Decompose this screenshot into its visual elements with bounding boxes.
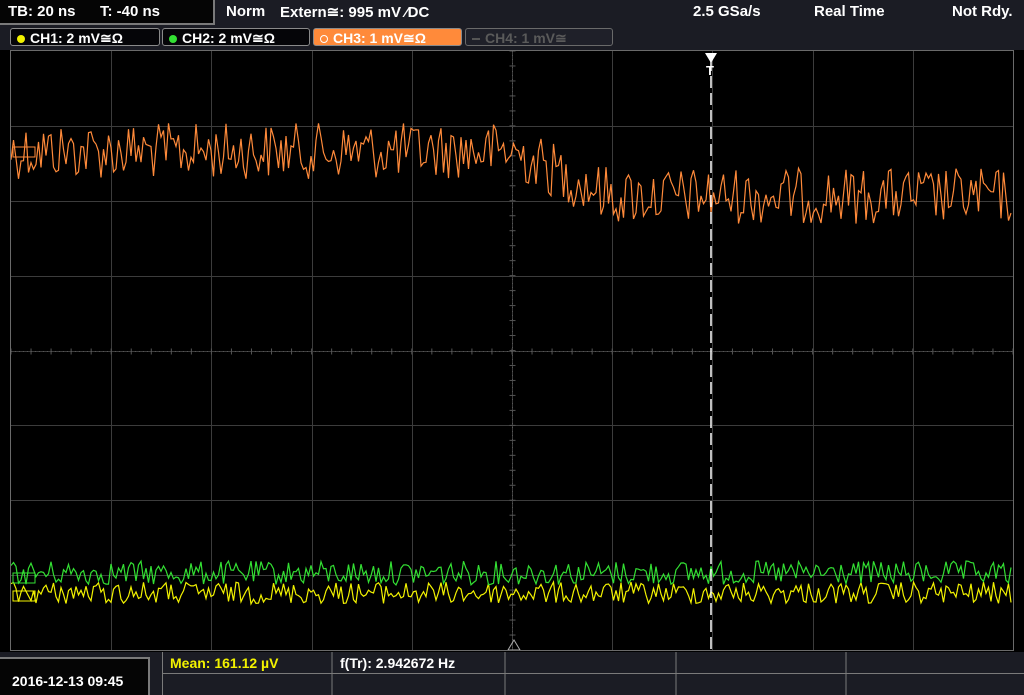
sample-rate: 2.5 GSa/s: [693, 3, 761, 20]
channel-bar: CH1: 2 mV≅Ω CH2: 2 mV≅Ω CH3: 1 mV≅Ω CH4:…: [0, 26, 1024, 50]
channel-tab-ch2[interactable]: CH2: 2 mV≅Ω: [162, 28, 310, 46]
ch1-indicator-icon: [17, 35, 25, 43]
graticule: [11, 51, 1013, 650]
channel-tab-ch3[interactable]: CH3: 1 mV≅Ω: [313, 28, 462, 46]
acquisition-state: Not Rdy.: [952, 3, 1013, 20]
timebase-value[interactable]: TB: 20 ns: [8, 3, 76, 20]
ch4-indicator-icon: [472, 38, 480, 40]
trigger-time-value[interactable]: T: -40 ns: [100, 3, 160, 20]
frequency-measurement[interactable]: f(Tr): 2.942672 Hz: [340, 655, 455, 671]
status-bar: TB: 20 ns T: -40 ns Norm Extern≅: 995 mV…: [0, 0, 1024, 26]
waveform-display[interactable]: T: [10, 50, 1014, 651]
ch2-label: CH2: 2 mV≅Ω: [182, 30, 275, 46]
trigger-source[interactable]: Extern≅: 995 mV ⁄DC: [280, 3, 429, 21]
acquisition-mode: Real Time: [814, 3, 885, 20]
center-marker-icon: [507, 639, 521, 650]
mean-measurement[interactable]: Mean: 161.12 µV: [170, 655, 278, 671]
channel-tab-ch1[interactable]: CH1: 2 mV≅Ω: [10, 28, 160, 46]
measurement-table[interactable]: Mean: 161.12 µV f(Tr): 2.942672 Hz: [162, 652, 1024, 695]
datetime: 2016-12-13 09:45: [12, 673, 124, 689]
measurement-table-lines: [162, 652, 1024, 695]
ch2-indicator-icon: [169, 35, 177, 43]
channel-tab-ch4[interactable]: CH4: 1 mV≅: [465, 28, 613, 46]
trigger-mode[interactable]: Norm: [226, 3, 265, 20]
ch2-waveform: [11, 559, 1012, 586]
trigger-marker-label: T: [706, 63, 714, 78]
trigger-position-icon[interactable]: [705, 53, 717, 63]
datetime-box: 2016-12-13 09:45: [0, 657, 150, 695]
ch4-label: CH4: 1 mV≅: [485, 30, 567, 46]
ch3-indicator-icon: [320, 35, 328, 43]
ch3-label: CH3: 1 mV≅Ω: [333, 30, 426, 46]
waveform-canvas[interactable]: [11, 51, 1013, 650]
timebase-box[interactable]: TB: 20 ns T: -40 ns: [0, 0, 215, 25]
ch1-label: CH1: 2 mV≅Ω: [30, 30, 123, 46]
ch1-waveform: [11, 579, 1012, 606]
ch3-waveform: [11, 123, 1012, 224]
